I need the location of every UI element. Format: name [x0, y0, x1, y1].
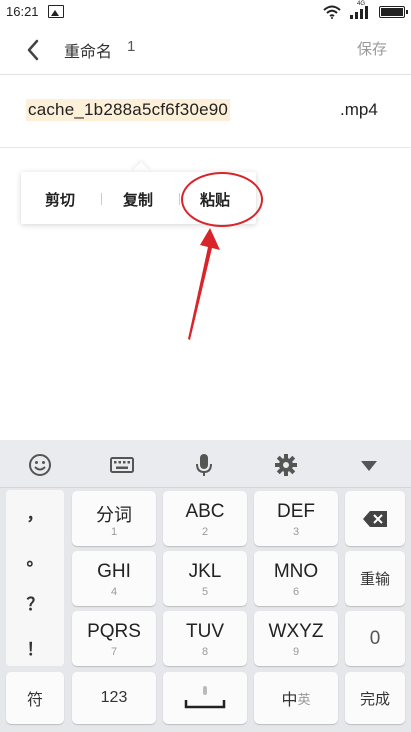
language-english: 英 — [297, 692, 311, 708]
done-key[interactable]: 完成 — [345, 672, 405, 724]
key-number: 9 — [292, 646, 300, 658]
key-9[interactable]: WXYZ 9 — [254, 611, 338, 666]
key-label: JKL — [188, 561, 222, 582]
key-number: 7 — [110, 646, 118, 658]
filename-field[interactable]: cache_1b288a5cf6f30e90 .mp4 — [0, 75, 411, 147]
language-key[interactable]: 中英 — [254, 672, 338, 724]
menu-separator — [101, 193, 102, 205]
space-bar-icon — [184, 686, 226, 709]
key-label: ABC — [185, 501, 225, 522]
menu-item-cut[interactable]: 剪切 — [45, 189, 75, 210]
zero-label: 0 — [369, 627, 381, 649]
key-label: TUV — [186, 621, 224, 642]
backspace-key[interactable] — [345, 491, 405, 546]
key-7[interactable]: PQRS 7 — [72, 611, 156, 666]
key-label: 分词 — [96, 505, 132, 526]
retype-label: 重输 — [359, 570, 390, 588]
key-label: MNO — [273, 561, 319, 582]
key-label: GHI — [97, 561, 131, 582]
menu-separator — [179, 193, 180, 205]
collapse-arrow-icon[interactable] — [356, 452, 382, 478]
retype-key[interactable]: 重输 — [345, 551, 405, 606]
key-4[interactable]: GHI 4 — [72, 551, 156, 606]
symbols-label: 符 — [26, 690, 43, 709]
header: 重命名 1 保存 — [0, 24, 411, 74]
key-5[interactable]: JKL 5 — [163, 551, 247, 606]
microphone-icon[interactable] — [191, 452, 217, 478]
punct-exclamation[interactable]: ！ — [6, 635, 64, 660]
key-0[interactable]: 0 — [345, 611, 405, 666]
keyboard-toolbar — [0, 440, 411, 488]
key-number: 5 — [201, 586, 209, 598]
menu-item-copy[interactable]: 复制 — [123, 189, 153, 210]
backspace-icon — [363, 510, 387, 527]
battery-icon — [379, 6, 408, 18]
numbers-label: 123 — [100, 689, 128, 706]
symbols-key[interactable]: 符 — [6, 672, 64, 724]
key-3[interactable]: DEF 3 — [254, 491, 338, 546]
annotation-arrow-icon — [188, 228, 220, 340]
punct-period[interactable]: 。 — [6, 545, 64, 570]
selection-count: 1 — [127, 38, 136, 55]
key-number: 2 — [201, 526, 209, 538]
punct-question[interactable]: ？ — [6, 590, 64, 615]
keyboard: ， 。 ？ ！ 分词 1 ABC 2 DEF 3 GHI 4 JKL 5 MNO… — [0, 440, 411, 732]
key-2[interactable]: ABC 2 — [163, 491, 247, 546]
key-number: 8 — [201, 646, 209, 658]
filename-input[interactable]: cache_1b288a5cf6f30e90 — [26, 99, 231, 121]
punctuation-column: ， 。 ？ ！ — [6, 490, 64, 666]
field-divider — [0, 147, 411, 148]
punct-comma[interactable]: ， — [6, 500, 64, 525]
save-button[interactable]: 保存 — [357, 38, 387, 59]
keyboard-icon[interactable] — [109, 452, 135, 478]
annotation-circle — [181, 172, 263, 227]
key-label: PQRS — [87, 621, 141, 642]
language-label: 中英 — [254, 672, 338, 724]
gear-icon[interactable] — [273, 452, 299, 478]
signal-icon: 4G — [349, 1, 371, 20]
key-1[interactable]: 分词 1 — [72, 491, 156, 546]
filename-extension: .mp4 — [340, 100, 378, 119]
emoji-icon[interactable] — [27, 452, 53, 478]
key-number: 4 — [110, 586, 118, 598]
numbers-key[interactable]: 123 — [72, 672, 156, 724]
key-label: DEF — [277, 501, 315, 522]
key-number: 1 — [110, 526, 118, 538]
chevron-left-icon[interactable] — [22, 38, 46, 62]
page-title: 重命名 — [64, 42, 113, 61]
status-icons: 4G — [323, 1, 408, 21]
image-icon — [48, 5, 64, 18]
key-6[interactable]: MNO 6 — [254, 551, 338, 606]
done-label: 完成 — [359, 689, 390, 708]
key-number: 6 — [292, 586, 300, 598]
key-number: 3 — [292, 526, 300, 538]
key-label: WXYZ — [268, 621, 324, 642]
space-key[interactable] — [163, 672, 247, 724]
status-time: 16:21 — [6, 4, 39, 19]
language-chinese: 中 — [281, 690, 298, 709]
wifi-icon — [323, 5, 341, 19]
status-bar: 16:21 4G — [0, 0, 411, 24]
key-8[interactable]: TUV 8 — [163, 611, 247, 666]
